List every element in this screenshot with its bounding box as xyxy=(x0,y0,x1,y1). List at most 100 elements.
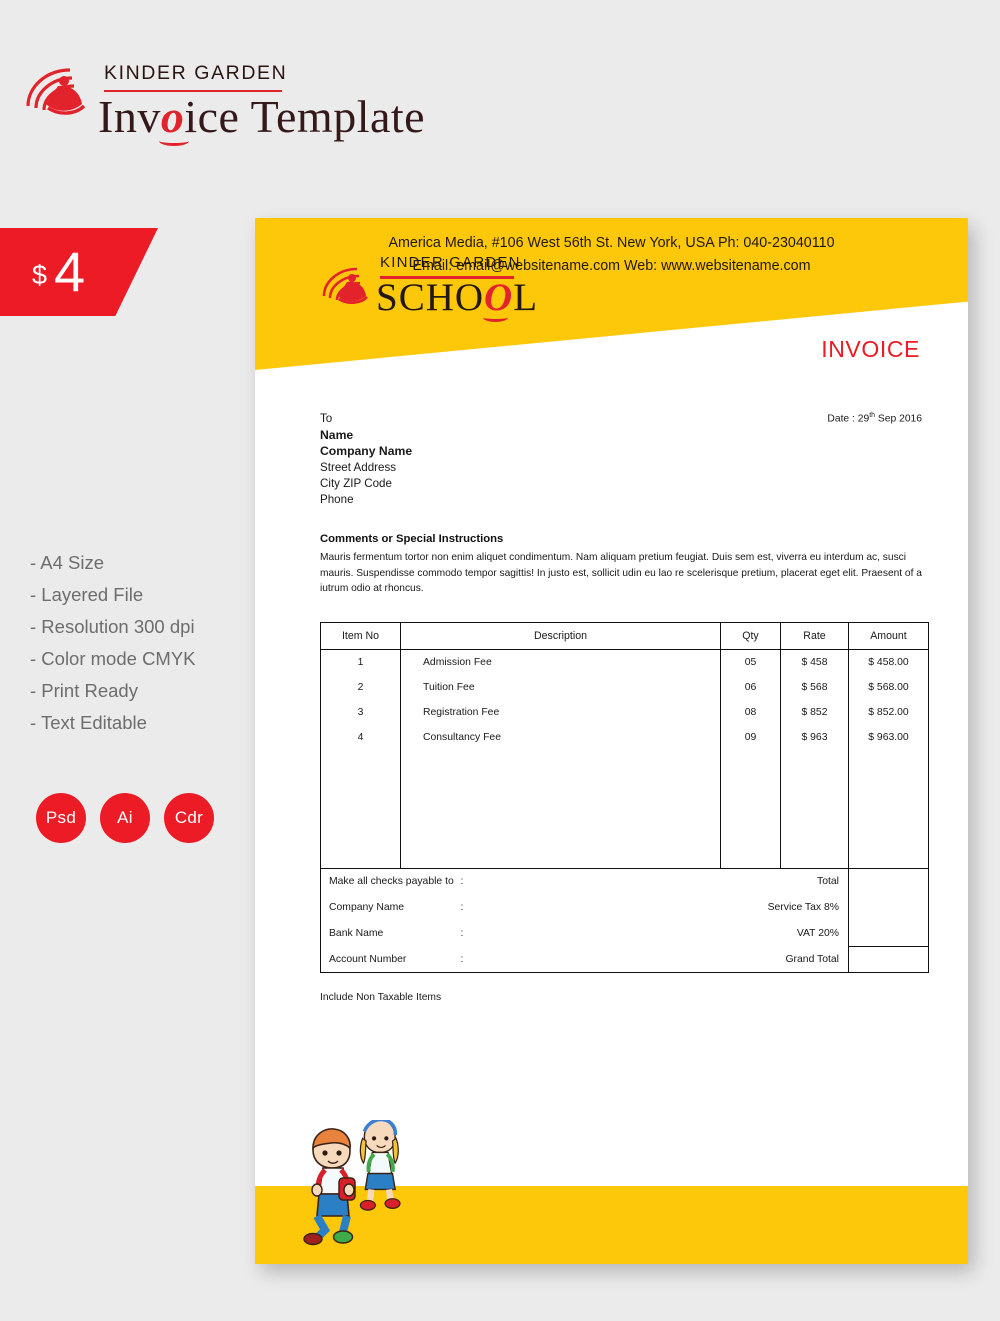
cell-rate: $ 963 xyxy=(780,725,849,750)
empty-cell xyxy=(320,750,401,869)
feature-item: - A4 Size xyxy=(30,552,105,573)
price-amount: 4 xyxy=(54,240,86,303)
badge-cdr[interactable]: Cdr xyxy=(164,793,214,843)
price-currency: $ xyxy=(32,259,48,290)
empty-cell xyxy=(780,750,849,869)
date-label: Date : 29 xyxy=(827,413,870,425)
cell-item-no: 4 xyxy=(320,725,401,750)
cell-amount: $ 568.00 xyxy=(848,675,929,700)
payment-label: Bank Name xyxy=(320,920,461,947)
promo-logo: KINDER GARDEN Invoice Template xyxy=(20,50,450,160)
recipient-block: To Name Company Name Street Address City… xyxy=(320,411,412,508)
promo-title: Invoice Template xyxy=(98,90,425,143)
swirl-logo-icon xyxy=(26,68,86,115)
total-label: VAT 20% xyxy=(796,928,839,939)
date-rest: Sep 2016 xyxy=(875,413,922,425)
recipient-street: Street Address xyxy=(320,460,397,474)
totals-row: Account Number : Grand Total xyxy=(320,946,929,973)
feature-item: - Resolution 300 dpi xyxy=(30,616,195,637)
feature-item: - Layered File xyxy=(30,584,144,605)
cell-description: Tuition Fee xyxy=(400,675,721,700)
table-row: 2 Tuition Fee 06 $ 568 $ 568.00 xyxy=(320,675,929,700)
cell-rate: $ 568 xyxy=(780,675,849,700)
payment-label: Company Name xyxy=(320,894,461,921)
promo-title-before: Inv xyxy=(98,91,161,142)
cell-rate: $ 852 xyxy=(780,700,849,725)
total-value[interactable] xyxy=(848,894,929,921)
payment-value[interactable] xyxy=(532,868,721,895)
feature-list: - A4 Size - Layered File - Resolution 30… xyxy=(30,547,260,739)
cell-description: Consultancy Fee xyxy=(400,725,721,750)
footer-contact-line: Email: email@websitename.com Web: www.we… xyxy=(412,258,811,274)
cell-qty: 08 xyxy=(720,700,781,725)
header-description: Description xyxy=(400,622,721,650)
totals-table: Make all checks payable to : Total Compa… xyxy=(320,868,929,973)
cell-qty: 06 xyxy=(720,675,781,700)
non-taxable-note: Include Non Taxable Items xyxy=(320,992,442,1003)
badge-psd[interactable]: Psd xyxy=(36,793,86,843)
invoice-heading: INVOICE xyxy=(821,336,920,362)
school-kids-illustration-icon xyxy=(303,1120,401,1246)
empty-cell xyxy=(720,750,781,869)
total-value[interactable] xyxy=(848,868,929,895)
payment-colon: : xyxy=(460,902,464,913)
school-accent-o: O xyxy=(484,276,514,319)
recipient-city-zip: City ZIP Code xyxy=(320,476,392,490)
feature-item: - Print Ready xyxy=(30,680,138,701)
footer-address-line: America Media, #106 West 56th St. New Yo… xyxy=(388,235,835,251)
totals-row: Company Name : Service Tax 8% xyxy=(320,894,929,921)
empty-cell xyxy=(848,750,929,869)
feature-item: - Text Editable xyxy=(30,712,147,733)
totals-row: Make all checks payable to : Total xyxy=(320,868,929,895)
grand-total-label: Grand Total xyxy=(720,946,849,973)
payment-value[interactable] xyxy=(533,895,721,921)
comments-title: Comments or Special Instructions xyxy=(320,533,504,545)
payment-colon: : xyxy=(460,868,533,895)
cell-qty: 09 xyxy=(720,725,781,750)
cell-item-no: 1 xyxy=(320,649,401,675)
line-items-table: Item No Description Qty Rate Amount 1 Ad… xyxy=(320,622,929,869)
cell-item-no: 3 xyxy=(320,700,401,725)
payment-label: Account Number xyxy=(320,946,461,973)
badge-ai[interactable]: Ai xyxy=(100,793,150,843)
cell-description: Admission Fee xyxy=(400,649,721,675)
cell-item-no: 2 xyxy=(320,675,401,700)
payment-colon: : xyxy=(460,946,533,973)
payment-value[interactable] xyxy=(533,921,721,947)
feature-item: - Color mode CMYK xyxy=(30,648,196,669)
payment-label: Make all checks payable to xyxy=(320,868,461,895)
cell-amount: $ 963.00 xyxy=(848,725,929,750)
recipient-phone: Phone xyxy=(320,493,354,507)
table-row: 1 Admission Fee 05 $ 458 $ 458.00 xyxy=(320,649,929,675)
invoice-school-text: SCHOOL xyxy=(376,275,538,320)
cell-amount: $ 852.00 xyxy=(848,700,929,725)
invoice-footer-text: America Media, #106 West 56th St. New Yo… xyxy=(255,232,968,278)
header-qty: Qty xyxy=(720,622,781,650)
recipient-company: Company Name xyxy=(320,444,413,459)
header-amount: Amount xyxy=(848,622,929,650)
grand-total-value[interactable] xyxy=(848,946,929,973)
cell-description: Registration Fee xyxy=(400,700,721,725)
header-item-no: Item No xyxy=(320,622,401,650)
to-label: To xyxy=(320,412,333,425)
totals-row: Bank Name : VAT 20% xyxy=(320,920,929,947)
recipient-name: Name xyxy=(320,428,354,443)
comments-section: Comments or Special Instructions Mauris … xyxy=(320,533,928,597)
invoice-date: Date : 29th Sep 2016 xyxy=(827,412,922,424)
promo-title-accent-o: o xyxy=(160,91,185,142)
empty-cell xyxy=(400,750,721,869)
header-rate: Rate xyxy=(780,622,849,650)
table-row: 3 Registration Fee 08 $ 852 $ 852.00 xyxy=(320,700,929,725)
total-value[interactable] xyxy=(848,920,929,947)
promo-kindergarden-text: KINDER GARDEN xyxy=(104,62,288,84)
table-empty-space xyxy=(320,750,929,869)
format-badges: Psd Ai Cdr xyxy=(36,793,214,843)
cell-amount: $ 458.00 xyxy=(848,649,929,675)
payment-colon: : xyxy=(460,928,464,939)
payment-value[interactable] xyxy=(532,946,721,973)
promo-stage: KINDER GARDEN Invoice Template $ 4 - A4 … xyxy=(0,0,1000,1321)
promo-title-after: ice Template xyxy=(184,91,426,142)
school-after: L xyxy=(513,276,539,319)
invoice-page: KINDER GARDEN SCHOOL INVOICE To Name Com… xyxy=(255,218,968,1264)
comments-body: Mauris fermentum tortor non enim aliquet… xyxy=(320,552,922,595)
